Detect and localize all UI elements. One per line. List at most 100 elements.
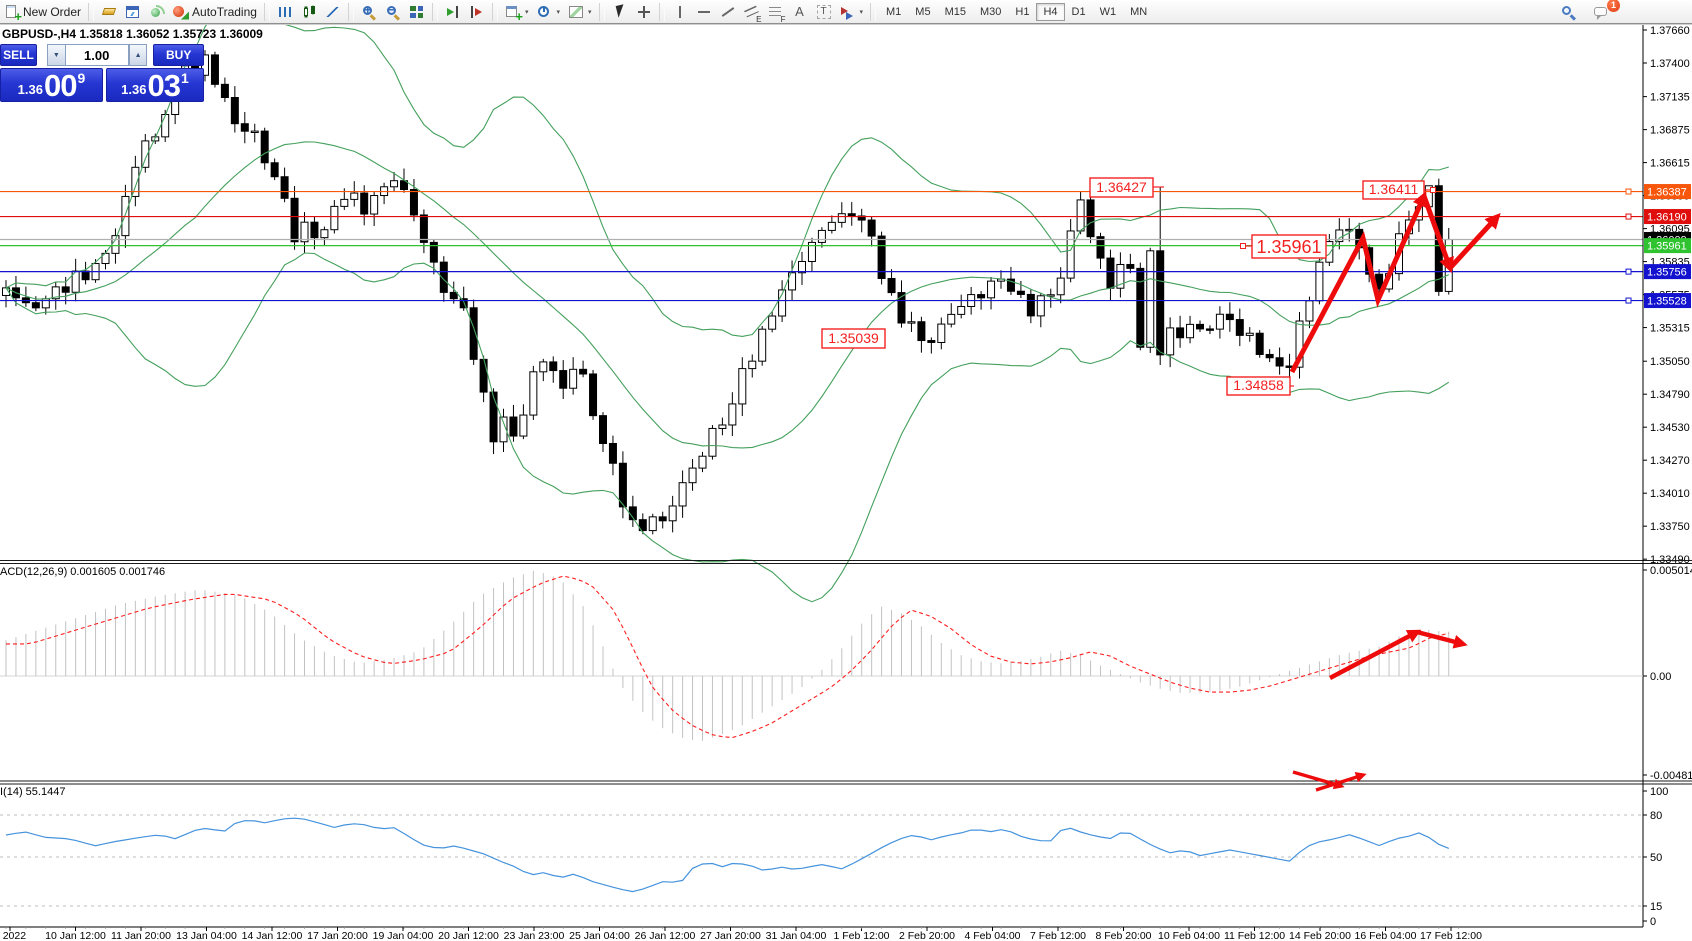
svg-text:1.36875: 1.36875 [1650,125,1690,137]
main-panel [0,25,1643,602]
tab-timeframe-m30[interactable]: M30 [973,3,1008,21]
fibonacci-button[interactable] [764,2,788,22]
tab-timeframe-m1[interactable]: M1 [879,3,908,21]
svg-text:1.35315: 1.35315 [1650,323,1690,335]
crosshair-button[interactable] [632,2,656,22]
toolbar-separator [492,3,498,21]
buy-price-display[interactable]: 1.36031 [106,68,204,102]
chevron-down-icon: ▾ [525,8,529,16]
button-label: New Order [23,5,81,19]
tab-timeframe-h4[interactable]: H4 [1036,3,1064,21]
arrows-button[interactable]: ▾ [836,2,868,22]
svg-text:1.36387: 1.36387 [1647,187,1687,199]
vline-button[interactable] [668,2,692,22]
svg-text:8 Feb 20:00: 8 Feb 20:00 [1095,930,1151,941]
svg-text:1.36427: 1.36427 [1096,179,1147,195]
new-order-icon [4,4,20,20]
svg-text:100: 100 [1650,786,1668,798]
new-order-button[interactable]: New Order [0,2,85,22]
svg-text:-0.004812: -0.004812 [1650,770,1692,782]
tab-timeframe-w1[interactable]: W1 [1093,3,1124,21]
line-chart-button[interactable] [321,2,345,22]
svg-text:1.34858: 1.34858 [1233,377,1284,393]
new-chart-button[interactable]: ▾ [501,2,533,22]
search-button[interactable] [1556,2,1580,22]
svg-text:10 Feb 04:00: 10 Feb 04:00 [1158,930,1220,941]
candlestick-button[interactable] [297,2,321,22]
svg-text:17 Feb 12:00: 17 Feb 12:00 [1420,930,1482,941]
svg-text:n 2022: n 2022 [0,930,26,941]
notification-badge: 1 [1607,0,1620,12]
one-click-trading-panel: SELL ▼ 1.00 ▲ BUY 1.36009 1.36031 [0,44,204,102]
autotrading-button[interactable]: AutoTrading [169,2,261,22]
svg-text:27 Jan 20:00: 27 Jan 20:00 [700,930,761,941]
zoom-out-button[interactable] [381,2,405,22]
cursor-icon [612,4,628,20]
tab-timeframe-h1[interactable]: H1 [1008,3,1036,21]
svg-text:1.36190: 1.36190 [1647,212,1687,224]
svg-text:11 Feb 12:00: 11 Feb 12:00 [1224,930,1285,941]
bar-chart-button[interactable] [273,2,297,22]
main-toolbar: New OrderAutoTrading▾▾▾▾M1M5M15M30H1H4D1… [0,0,1692,24]
price-chart-canvas[interactable]: 1.376601.374001.371351.368751.366151.363… [0,25,1692,941]
vline-icon [672,4,688,20]
svg-text:13 Jan 04:00: 13 Jan 04:00 [176,930,237,941]
window-chart-button[interactable] [121,2,145,22]
svg-text:1.37400: 1.37400 [1650,58,1690,70]
period-clock-button[interactable]: ▾ [532,2,564,22]
signal-button[interactable] [145,2,169,22]
template-button[interactable]: ▾ [564,2,596,22]
tab-timeframe-mn[interactable]: MN [1123,3,1154,21]
trendline-icon [720,4,736,20]
hline-icon [696,4,712,20]
zoom-in-icon [361,4,377,20]
sell-price-display[interactable]: 1.36009 [0,68,103,102]
sell-price-sup: 9 [77,70,85,86]
zoom-in-button[interactable] [357,2,381,22]
chart-window: 1.376601.374001.371351.368751.366151.363… [0,25,1692,941]
tile-windows-icon [409,4,425,20]
svg-text:1.34270: 1.34270 [1650,455,1690,467]
trendline-button[interactable] [716,2,740,22]
svg-text:1.37135: 1.37135 [1650,92,1690,104]
text-label-icon [816,4,832,20]
autoscroll-button[interactable] [441,2,465,22]
svg-text:1.35961: 1.35961 [1647,241,1687,253]
svg-text:0.005014: 0.005014 [1650,565,1692,577]
hline-button[interactable] [692,2,716,22]
svg-text:31 Jan 04:00: 31 Jan 04:00 [766,930,827,941]
svg-text:1.35528: 1.35528 [1647,296,1687,308]
text-button[interactable] [788,2,812,22]
annotations: 1.364271.364111.359611.350391.34858 [822,178,1436,395]
svg-text:1.36615: 1.36615 [1650,158,1690,170]
tab-timeframe-d1[interactable]: D1 [1065,3,1093,21]
svg-text:26 Jan 12:00: 26 Jan 12:00 [635,930,696,941]
toolbar-separator [659,3,665,21]
window-chart-icon [125,4,141,20]
volume-decrease-button[interactable]: ▼ [47,44,65,66]
tab-timeframe-m5[interactable]: M5 [908,3,937,21]
svg-text:25 Jan 04:00: 25 Jan 04:00 [569,930,630,941]
svg-text:23 Jan 23:00: 23 Jan 23:00 [504,930,565,941]
chart-shift-button[interactable] [465,2,489,22]
svg-text:7 Feb 12:00: 7 Feb 12:00 [1030,930,1086,941]
svg-text:19 Jan 04:00: 19 Jan 04:00 [373,930,434,941]
tab-timeframe-m15[interactable]: M15 [938,3,973,21]
buy-price-sup: 1 [181,70,189,86]
svg-text:I(14) 55.1447: I(14) 55.1447 [0,786,65,798]
buy-button[interactable]: BUY [153,44,204,66]
tile-windows-button[interactable] [405,2,429,22]
channel-button[interactable] [740,2,764,22]
sell-button[interactable]: SELL [0,44,37,66]
volume-increase-button[interactable]: ▲ [129,44,148,66]
autotrading-icon [173,4,189,20]
button-label: AutoTrading [192,5,257,19]
gold-bar-button[interactable] [97,2,121,22]
svg-text:17 Jan 20:00: 17 Jan 20:00 [307,930,368,941]
volume-input[interactable]: 1.00 [65,44,129,66]
svg-text:1.33750: 1.33750 [1650,521,1690,533]
buy-price-prefix: 1.36 [121,82,146,97]
cursor-button[interactable] [608,2,632,22]
notifications-button[interactable]: 1 [1590,2,1614,22]
text-label-button[interactable] [812,2,836,22]
